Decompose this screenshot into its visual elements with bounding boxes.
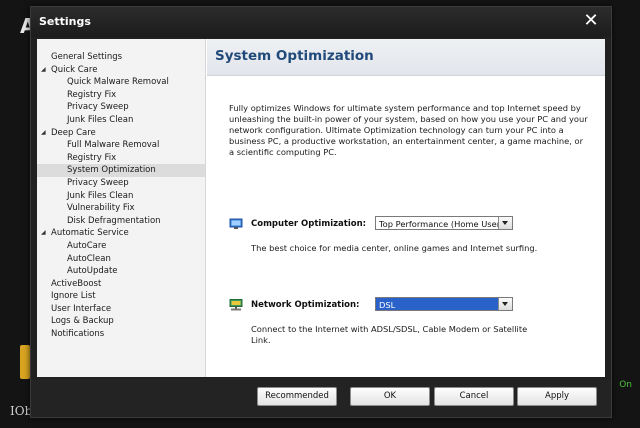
dialog-titlebar[interactable]: Settings ✕ <box>31 7 611 37</box>
settings-dialog: Settings ✕ General Settings ◢ Quick Care Qu… <box>30 6 612 418</box>
background-status-text: On <box>619 380 632 390</box>
sidebar-item-privacy-sweep[interactable]: Privacy Sweep <box>37 177 205 190</box>
sidebar-item-label: Quick Malware Removal <box>67 77 169 88</box>
sidebar-item-label: Automatic Service <box>51 228 129 239</box>
dropdown-button[interactable] <box>498 298 512 310</box>
network-optimization-select[interactable]: DSL <box>375 297 513 311</box>
background-brand-text: IOb <box>10 404 33 418</box>
page-description: Fully optimizes Windows for ultimate sys… <box>229 103 588 157</box>
network-optimization-value: DSL <box>379 300 396 310</box>
sidebar-item-label: Junk Files Clean <box>67 114 134 125</box>
sidebar-item-label: Disk Defragmentation <box>67 215 161 226</box>
sidebar-item-deep-care[interactable]: ◢ Deep Care <box>37 127 205 140</box>
sidebar-item-label: User Interface <box>51 303 112 314</box>
sidebar-item-label: Quick Care <box>51 64 98 75</box>
sidebar-item-label: Logs & Backup <box>51 316 114 327</box>
sidebar-item-junk-files-clean[interactable]: Junk Files Clean <box>37 190 205 203</box>
sidebar-item-label: AutoUpdate <box>67 266 118 277</box>
sidebar-item-user-interface[interactable]: User Interface <box>37 303 205 316</box>
triangle-down-icon[interactable]: ◢ <box>41 64 46 77</box>
network-icon <box>229 299 243 311</box>
sidebar-item-label: Junk Files Clean <box>67 190 134 201</box>
background-accent-bar <box>20 345 30 379</box>
sidebar-item-junk-files-clean[interactable]: Junk Files Clean <box>37 114 205 127</box>
triangle-down-icon[interactable]: ◢ <box>41 127 46 140</box>
sidebar-item-autocare[interactable]: AutoCare <box>37 240 205 253</box>
dialog-title: Settings <box>39 15 91 28</box>
chevron-down-icon <box>502 221 508 225</box>
sidebar-item-label: General Settings <box>51 52 123 62</box>
page-title: System Optimization <box>215 48 374 64</box>
sidebar-item-autoupdate[interactable]: AutoUpdate <box>37 265 205 278</box>
sidebar-item-disk-defragmentation[interactable]: Disk Defragmentation <box>37 215 205 228</box>
sidebar-item-system-optimization[interactable]: System Optimization <box>37 164 205 177</box>
ok-button[interactable]: OK <box>350 387 430 406</box>
sidebar-item-label: Privacy Sweep <box>67 177 129 188</box>
monitor-icon <box>229 218 243 229</box>
sidebar-item-registry-fix[interactable]: Registry Fix <box>37 89 205 102</box>
network-optimization-label: Network Optimization: <box>251 300 360 310</box>
page-header: System Optimization <box>207 39 605 76</box>
sidebar-item-label: Full Malware Removal <box>67 140 160 151</box>
sidebar-item-quick-care[interactable]: ◢ Quick Care <box>37 64 205 77</box>
computer-optimization-value: Top Performance (Home User) <box>379 219 504 229</box>
chevron-down-icon <box>502 302 508 306</box>
sidebar-item-full-malware-removal[interactable]: Full Malware Removal <box>37 139 205 152</box>
sidebar-item-label: Registry Fix <box>67 89 117 100</box>
dialog-footer: Recommended OK Cancel Apply <box>31 379 611 417</box>
sidebar-item-label: Notifications <box>51 329 105 340</box>
sidebar-item-label: Ignore List <box>51 291 96 302</box>
sidebar-item-label: Privacy Sweep <box>67 102 129 113</box>
sidebar-item-registry-fix[interactable]: Registry Fix <box>37 152 205 165</box>
apply-button[interactable]: Apply <box>517 387 597 406</box>
network-optimization-row: Network Optimization: DSL <box>229 297 569 315</box>
computer-optimization-select[interactable]: Top Performance (Home User) <box>375 216 513 230</box>
dropdown-button[interactable] <box>498 217 512 229</box>
sidebar-item-privacy-sweep[interactable]: Privacy Sweep <box>37 101 205 114</box>
sidebar-item-label: Registry Fix <box>67 152 117 163</box>
sidebar-item-vulnerability-fix[interactable]: Vulnerability Fix <box>37 202 205 215</box>
sidebar-item-automatic-service[interactable]: ◢ Automatic Service <box>37 227 205 240</box>
sidebar-item-quick-malware-removal[interactable]: Quick Malware Removal <box>37 76 205 89</box>
sidebar-item-label: System Optimization <box>67 165 156 176</box>
computer-optimization-row: Computer Optimization: Top Performance (… <box>229 216 569 234</box>
dialog-content: General Settings ◢ Quick Care Quick Malware… <box>37 39 605 377</box>
computer-optimization-label: Computer Optimization: <box>251 219 367 229</box>
computer-optimization-description: The best choice for media center, online… <box>251 243 538 253</box>
sidebar-item-label: AutoCare <box>67 240 107 251</box>
network-optimization-description: Connect to the Internet with ADSL/SDSL, … <box>251 324 528 345</box>
sidebar-item-general-settings[interactable]: General Settings <box>37 51 205 64</box>
cancel-button[interactable]: Cancel <box>434 387 514 406</box>
sidebar-item-notifications[interactable]: Notifications <box>37 328 205 341</box>
main-panel: System Optimization Fully optimizes Wind… <box>207 39 605 377</box>
sidebar-item-label: AutoClean <box>67 253 111 264</box>
sidebar-item-logs-backup[interactable]: Logs & Backup <box>37 315 205 328</box>
sidebar-item-autoclean[interactable]: AutoClean <box>37 253 205 266</box>
close-icon[interactable]: ✕ <box>581 11 601 31</box>
triangle-down-icon[interactable]: ◢ <box>41 227 46 240</box>
sidebar-item-activeboost[interactable]: ActiveBoost <box>37 278 205 291</box>
sidebar-item-ignore-list[interactable]: Ignore List <box>37 290 205 303</box>
sidebar-item-label: Deep Care <box>51 127 96 138</box>
sidebar-item-label: ActiveBoost <box>51 278 102 289</box>
sidebar-item-label: Vulnerability Fix <box>67 203 135 214</box>
settings-sidebar: General Settings ◢ Quick Care Quick Malware… <box>37 39 206 377</box>
recommended-button[interactable]: Recommended <box>257 387 337 406</box>
